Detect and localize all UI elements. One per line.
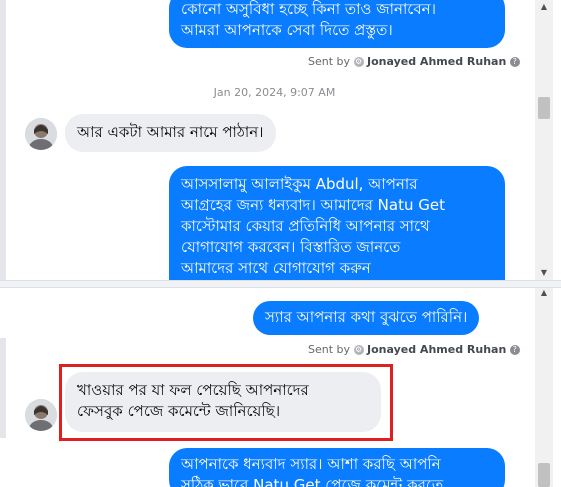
left-edge-bar [0,338,6,438]
incoming-message[interactable]: আর একটা আমার নামে পাঠান। [65,114,276,152]
outgoing-message[interactable]: স্যার আপনার কথা বুঝতে পারিনি। [253,301,480,335]
scroll-up-arrow-icon[interactable]: ▲ [538,288,550,298]
highlight-box [59,364,393,441]
left-edge-bar [0,0,6,280]
message-line: কোনো অসুবিধা হচ্ছে কিনা তাও জানাবেন। [181,0,437,18]
avatar[interactable] [25,118,57,150]
message-line: কাস্টোমার কেয়ার প্রতিনিধি আপনার সাথে [181,217,430,235]
help-icon[interactable]: ? [509,345,520,355]
help-icon[interactable]: ? [509,57,520,67]
scrollbar-thumb[interactable] [538,463,550,487]
message-line: আগ্রহের জন্য ধন্যবাদ। আমাদের Natu Get [181,196,445,214]
message-line: আসসালামু আলাইকুম Abdul, আপনার [181,175,418,193]
sent-by-label: Sent by ⚙ Jonayed Ahmed Ruhan ? [308,343,520,356]
message-line: আমরা আপনাকে সেবা দিতে প্রস্তুত। [181,21,393,39]
outgoing-message[interactable]: কোনো অসুবিধা হচ্ছে কিনা তাও জানাবেন। আমর… [169,0,505,48]
sent-by-prefix: Sent by [308,343,351,356]
page-icon: ⚙ [353,57,364,67]
sender-name: Jonayed Ahmed Ruhan [367,343,507,356]
user-photo-icon [25,118,57,150]
page-icon: ⚙ [353,345,364,355]
scrollbar[interactable]: ▲ [535,288,553,487]
pane-divider [0,280,561,288]
message-text: স্যার আপনার কথা বুঝতে পারিনি। [265,308,468,326]
message-line: আপনাকে ধন্যবাদ স্যার। আশা করছি আপনি [181,455,441,473]
message-line: সঠিক ভাবে Natu Get পেজে কমেন্ট করতে [181,476,444,487]
sent-by-prefix: Sent by [308,55,351,68]
scrollbar-thumb[interactable] [538,97,550,119]
conversation-pane-top: কোনো অসুবিধা হচ্ছে কিনা তাও জানাবেন। আমর… [0,0,561,280]
sender-name: Jonayed Ahmed Ruhan [367,55,507,68]
message-timestamp: Jan 20, 2024, 9:07 AM [213,86,336,99]
scroll-up-arrow-icon[interactable]: ▲ [538,2,550,12]
user-photo-icon [25,399,57,431]
message-line: আমাদের সাথে যোগাযোগ করুন [181,259,371,277]
outgoing-message[interactable]: আপনাকে ধন্যবাদ স্যার। আশা করছি আপনি সঠিক… [169,448,505,487]
outgoing-message[interactable]: আসসালামু আলাইকুম Abdul, আপনার আগ্রহের জন… [169,166,505,280]
scroll-down-arrow-icon[interactable]: ▼ [538,268,550,278]
sent-by-label: Sent by ⚙ Jonayed Ahmed Ruhan ? [308,55,520,68]
scrollbar[interactable]: ▲ ▼ [535,0,553,280]
conversation-pane-bottom: স্যার আপনার কথা বুঝতে পারিনি। Sent by ⚙ … [0,288,561,487]
message-text: আর একটা আমার নামে পাঠান। [77,123,264,141]
message-line: যোগাযোগ করবেন। বিস্তারিত জানতে [181,238,401,256]
avatar[interactable] [25,399,57,431]
